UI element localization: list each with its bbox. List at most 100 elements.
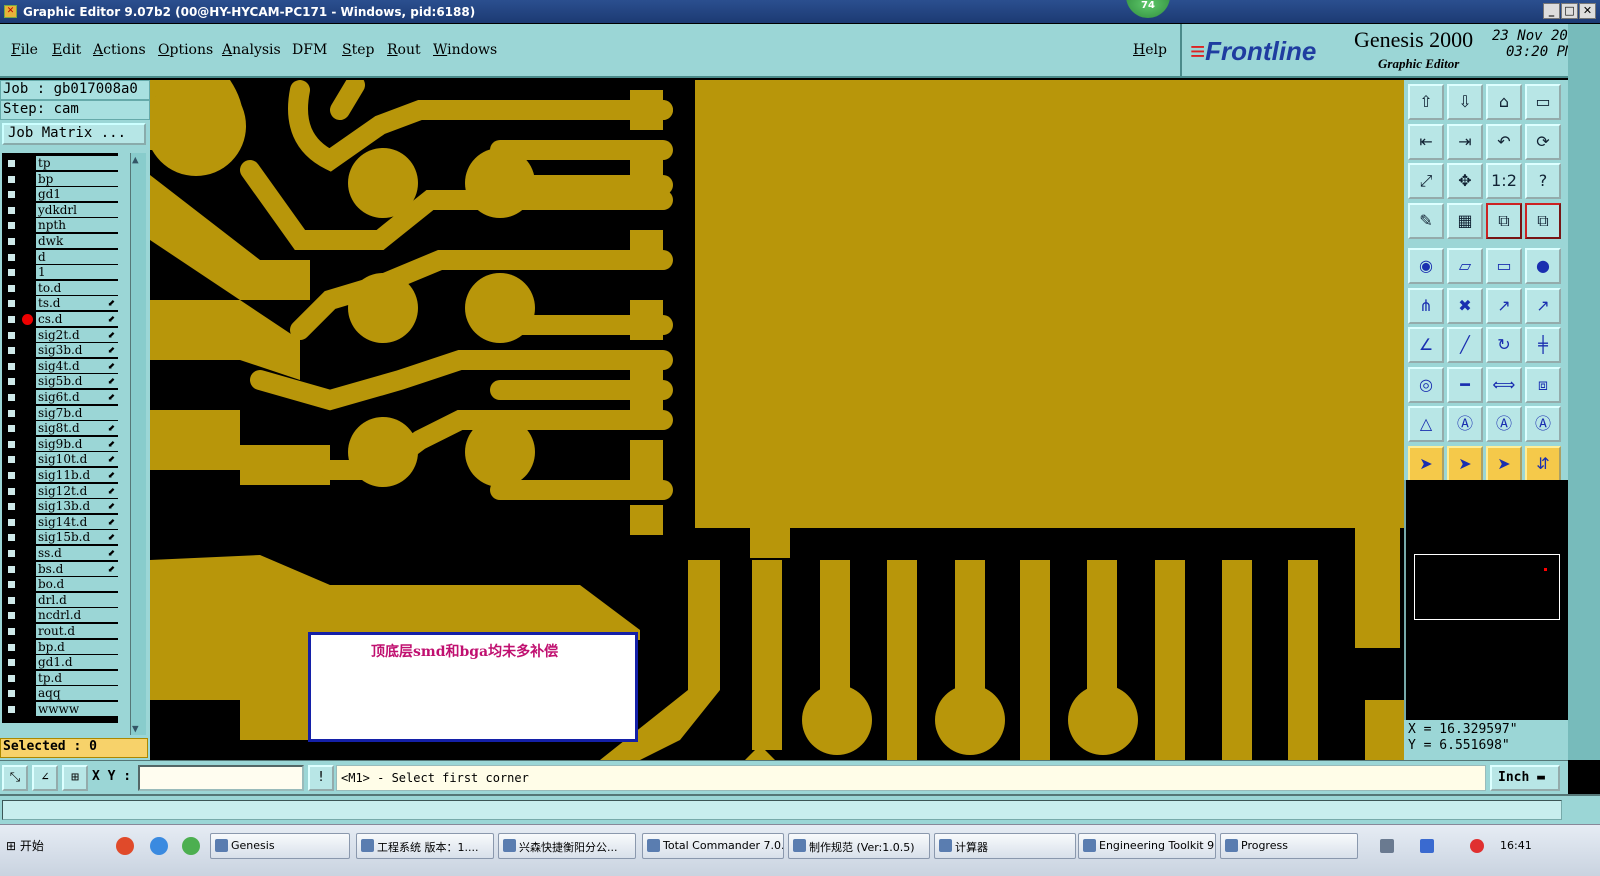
layer-checkbox[interactable] bbox=[6, 204, 17, 216]
layer-checkbox[interactable] bbox=[6, 376, 17, 388]
layer-checkbox[interactable] bbox=[6, 516, 17, 528]
pointer-alt-icon[interactable]: ➤ bbox=[1447, 445, 1483, 482]
chrome-icon[interactable] bbox=[116, 837, 134, 855]
layer-row[interactable]: sig10t.d ⬋ bbox=[2, 452, 118, 467]
layer-checkbox[interactable] bbox=[6, 438, 17, 450]
layer-row[interactable]: tp.d bbox=[2, 670, 118, 686]
triangle-b-icon[interactable]: Ⓐ bbox=[1486, 406, 1522, 442]
job-matrix-button[interactable]: Job Matrix ... bbox=[2, 123, 146, 145]
graphic-canvas[interactable]: 顶底层smd和bga均未多补偿 bbox=[150, 80, 1404, 760]
network-icon[interactable] bbox=[1380, 839, 1394, 853]
minimize-button[interactable]: _ bbox=[1543, 3, 1560, 19]
pan-left-icon[interactable]: ⇤ bbox=[1408, 123, 1444, 160]
layer-checkbox[interactable] bbox=[6, 579, 17, 591]
layer-row[interactable]: sig15b.d ⬋ bbox=[2, 530, 118, 545]
grid-display-icon[interactable]: ▦ bbox=[1447, 202, 1483, 239]
layer-checkbox[interactable] bbox=[6, 657, 17, 669]
layer-checkbox[interactable] bbox=[6, 672, 17, 684]
tool-icon[interactable] bbox=[182, 837, 200, 855]
layer-checkbox[interactable] bbox=[6, 688, 17, 700]
layer-checkbox[interactable] bbox=[6, 282, 17, 294]
layer-checkbox[interactable] bbox=[6, 626, 17, 637]
layer-checkbox[interactable] bbox=[6, 267, 17, 279]
rotate-icon[interactable]: ↻ bbox=[1486, 327, 1522, 363]
menu-windows[interactable]: Windows bbox=[433, 42, 497, 58]
snap-icon[interactable]: ⤡ bbox=[2, 765, 28, 791]
layer-row[interactable]: tp bbox=[2, 156, 118, 171]
angle-icon[interactable]: ∠ bbox=[32, 765, 58, 791]
triangle-c-icon[interactable]: Ⓐ bbox=[1525, 406, 1561, 442]
layer-row[interactable]: bs.d ⬋ bbox=[2, 561, 118, 577]
undo-icon[interactable]: ↶ bbox=[1486, 123, 1522, 160]
layer-checkbox[interactable] bbox=[6, 470, 17, 481]
menu-rout[interactable]: Rout bbox=[387, 42, 421, 58]
layer-row[interactable]: cs.d ⬋ bbox=[2, 312, 118, 327]
layer-scrollbar[interactable]: ▲ ▼ bbox=[130, 153, 146, 735]
layer-checkbox[interactable] bbox=[6, 236, 17, 247]
layer-row[interactable]: bp.d bbox=[2, 639, 118, 655]
layer-row[interactable]: ss.d ⬋ bbox=[2, 546, 118, 561]
layer-row[interactable]: npth bbox=[2, 218, 118, 233]
taskbar-item[interactable]: Progress bbox=[1220, 833, 1358, 859]
layer-row[interactable]: d bbox=[2, 249, 118, 265]
measure-icon[interactable]: ✎ bbox=[1408, 202, 1444, 239]
copy-icon[interactable]: ⧈ bbox=[1525, 366, 1561, 403]
redraw-icon[interactable]: ⟳ bbox=[1525, 123, 1561, 160]
scale-1-2-icon[interactable]: 1:2 bbox=[1486, 163, 1522, 199]
tray-app-icon[interactable] bbox=[1470, 839, 1484, 853]
layer-row[interactable]: sig3b.d ⬋ bbox=[2, 343, 118, 358]
taskbar-item[interactable]: Total Commander 7.0... bbox=[642, 833, 784, 859]
layer-checkbox[interactable] bbox=[6, 329, 17, 341]
layer-row[interactable]: drl.d bbox=[2, 592, 118, 608]
menu-analysis[interactable]: Analysis bbox=[222, 42, 281, 58]
triangle-icon[interactable]: △ bbox=[1408, 406, 1444, 442]
layer-checkbox[interactable] bbox=[6, 360, 17, 372]
layer-row[interactable]: sig12t.d ⬋ bbox=[2, 483, 118, 499]
layer-row[interactable]: sig8t.d ⬋ bbox=[2, 421, 118, 436]
layer-checkbox[interactable] bbox=[6, 548, 17, 559]
layer-row[interactable]: sig5b.d ⬋ bbox=[2, 374, 118, 389]
menu-actions[interactable]: Actions bbox=[93, 42, 146, 58]
layer-row[interactable]: dwk bbox=[2, 234, 118, 249]
layer-row[interactable]: to.d bbox=[2, 280, 118, 296]
taskbar-item[interactable]: Genesis bbox=[210, 833, 350, 859]
pan-right-icon[interactable]: ⇥ bbox=[1447, 123, 1483, 160]
zoom-home-icon[interactable]: ⇧ bbox=[1408, 84, 1444, 120]
resize-icon[interactable]: ⟺ bbox=[1486, 366, 1522, 403]
layer-checkbox[interactable] bbox=[6, 407, 17, 419]
layer-row[interactable]: sig6t.d ⬋ bbox=[2, 390, 118, 405]
xy-input[interactable] bbox=[138, 765, 304, 791]
layer-row[interactable]: sig13b.d ⬋ bbox=[2, 499, 118, 514]
layer-row[interactable]: ts.d ⬋ bbox=[2, 296, 118, 311]
layer-checkbox[interactable] bbox=[6, 454, 17, 466]
ie-icon[interactable] bbox=[150, 837, 168, 855]
connect-icon[interactable]: ⋔ bbox=[1408, 287, 1444, 324]
line-align-icon[interactable]: ━ bbox=[1447, 366, 1483, 403]
fit-icon[interactable]: ⤢ bbox=[1408, 163, 1444, 199]
layer-row[interactable]: bp bbox=[2, 171, 118, 187]
layer-row[interactable]: sig11b.d ⬋ bbox=[2, 468, 118, 483]
layer-checkbox[interactable] bbox=[6, 704, 17, 715]
menu-options[interactable]: Options bbox=[158, 42, 213, 58]
close-button[interactable]: ✕ bbox=[1579, 3, 1596, 19]
layer-row[interactable]: wwww bbox=[2, 702, 118, 717]
scroll-down-icon[interactable]: ▼ bbox=[132, 722, 139, 735]
help-icon[interactable]: ? bbox=[1525, 163, 1561, 199]
start-button[interactable]: ⊞ 开始 bbox=[2, 833, 52, 857]
move-alt-icon[interactable]: ↗ bbox=[1525, 287, 1561, 324]
layer-checkbox[interactable] bbox=[6, 392, 17, 403]
layer-row[interactable]: gd1 bbox=[2, 187, 118, 202]
triangle-a-icon[interactable]: Ⓐ bbox=[1447, 406, 1483, 442]
taskbar-item[interactable]: 兴森快捷衡阳分公... bbox=[498, 833, 636, 859]
layer-checkbox[interactable] bbox=[6, 158, 17, 169]
layer-checkbox[interactable] bbox=[6, 298, 17, 310]
layer-row[interactable]: sig4t.d ⬋ bbox=[2, 358, 118, 374]
home-icon[interactable]: ⌂ bbox=[1486, 84, 1522, 120]
line-icon[interactable]: ╱ bbox=[1447, 327, 1483, 363]
overview-window[interactable] bbox=[1404, 480, 1568, 720]
layer-row[interactable]: sig2t.d ⬋ bbox=[2, 327, 118, 343]
route-icon[interactable]: ⇵ bbox=[1525, 445, 1561, 482]
layer-checkbox[interactable] bbox=[6, 532, 17, 544]
layer-checkbox[interactable] bbox=[6, 251, 17, 263]
layer-compare-icon[interactable]: ⧉ bbox=[1486, 202, 1522, 239]
